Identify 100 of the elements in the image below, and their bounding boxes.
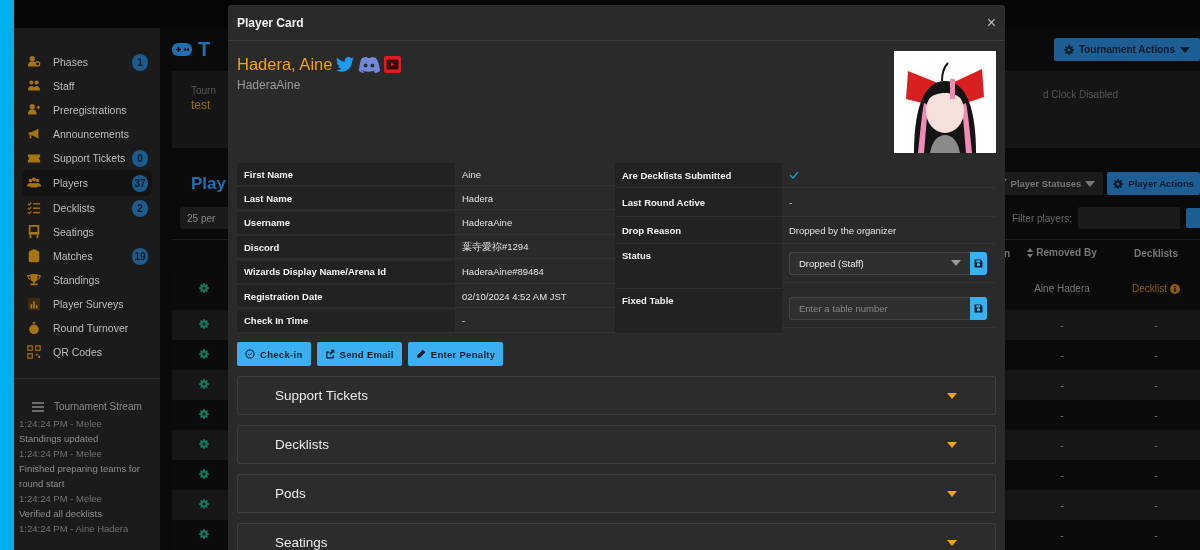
gear-icon — [1063, 44, 1074, 55]
share-icon — [324, 349, 335, 359]
stream-time: 1:24:24 PM - Aine Hadera — [19, 522, 130, 536]
filter-label: Filter players: — [1012, 212, 1072, 224]
table-cell: Aine Hadera — [1034, 283, 1090, 294]
person-plus-icon — [27, 103, 41, 117]
accordion-header[interactable]: Seatings — [237, 523, 996, 550]
sidebar-item[interactable]: Support Tickets 0 — [22, 146, 152, 170]
table-cell: - — [1154, 379, 1158, 391]
qr-code-icon — [27, 345, 41, 359]
close-button[interactable]: × — [986, 13, 996, 32]
column-header[interactable]: Removed By — [1027, 247, 1097, 259]
sidebar-item[interactable]: Players 37 — [22, 170, 152, 196]
sidebar-item[interactable]: Decklists 2 — [22, 196, 152, 220]
gear-icon — [199, 499, 209, 509]
caret-icon — [947, 392, 957, 399]
accordion-header[interactable]: Pods — [237, 474, 996, 513]
field-value: Dropped by the organizer — [789, 224, 897, 236]
section-title: Support Tickets — [275, 388, 369, 403]
action-button[interactable]: Enter Penalty — [407, 342, 504, 366]
table-cell: - — [1154, 439, 1158, 451]
table-cell: - — [1154, 409, 1158, 421]
sidebar-item[interactable]: QR Codes — [22, 340, 152, 364]
clipboard-icon — [27, 249, 41, 263]
people-icon — [27, 176, 41, 190]
count-badge: 37 — [132, 174, 148, 192]
summary-note: d Clock Disabled — [1043, 88, 1120, 102]
field-label: Fixed Table — [615, 289, 782, 334]
field-value: - — [789, 196, 793, 208]
trophy-icon — [27, 273, 41, 287]
column-header[interactable]: n — [1003, 248, 1010, 259]
status-select[interactable]: Dropped (Staff) — [789, 251, 970, 275]
caret-icon — [947, 490, 957, 497]
table-cell: - — [1154, 499, 1158, 511]
field-label: Status — [615, 244, 782, 289]
gear-icon — [1113, 178, 1124, 189]
people-icon — [27, 79, 41, 93]
megaphone-icon — [27, 127, 41, 141]
caret-icon — [951, 260, 961, 266]
section-title: Decklists — [275, 437, 329, 452]
sidebar-item[interactable]: Seatings — [22, 220, 152, 244]
field-label: Username — [237, 211, 455, 235]
stream-time: 1:24:24 PM - Melee — [19, 492, 103, 506]
field-label: Are Decklists Submitted — [615, 163, 782, 188]
field-label: Registration Date — [237, 285, 455, 309]
table-cell: - — [1154, 529, 1158, 541]
page-heading: T — [198, 38, 211, 61]
caret-icon — [947, 441, 957, 448]
action-button[interactable]: Send Email — [316, 342, 402, 366]
stream-message: Standings updated — [19, 432, 100, 446]
table-cell: - — [1154, 319, 1158, 331]
stream-title: Tournament Stream — [54, 401, 142, 412]
stream-time: 1:24:24 PM - Melee — [19, 417, 103, 431]
field-label: Check In Time — [237, 309, 455, 333]
sidebar-item[interactable]: Phases 1 — [22, 50, 152, 74]
action-button[interactable]: Check-in — [237, 342, 311, 366]
chart-icon — [27, 297, 41, 311]
sidebar-item[interactable]: Player Surveys — [22, 292, 152, 316]
field-label: Wizards Display Name/Arena Id — [237, 260, 455, 284]
sidebar-item[interactable]: Preregistrations — [22, 98, 152, 122]
table-cell: - — [1060, 409, 1064, 421]
sidebar-item[interactable]: Round Turnover — [22, 316, 152, 340]
dialog-title: Player Card — [237, 15, 304, 30]
game-controller-icon[interactable] — [358, 56, 381, 73]
sidebar-item[interactable]: Standings — [22, 268, 152, 292]
table-cell: - — [1060, 349, 1064, 361]
player-username: HaderaAine — [237, 78, 302, 92]
gear-icon — [199, 469, 209, 479]
play-icon[interactable] — [384, 56, 402, 73]
table-number-field[interactable]: Enter a table number — [789, 296, 970, 320]
sidebar-item[interactable]: Staff — [22, 74, 152, 98]
stopwatch-icon — [27, 321, 41, 335]
menu-icon[interactable] — [32, 401, 44, 412]
table-cell: - — [1154, 349, 1158, 361]
table-cell: - — [1060, 319, 1064, 331]
stream-message: Verified all decklists — [19, 507, 103, 521]
table-cell: - — [1060, 469, 1064, 481]
field-label: First Name — [237, 163, 455, 186]
person-icon — [27, 55, 41, 69]
count-badge: 19 — [132, 247, 148, 265]
summary-label: Tourn — [191, 85, 216, 96]
accordion-header[interactable]: Decklists — [237, 425, 996, 464]
accordion-header[interactable]: Support Tickets — [237, 376, 996, 415]
count-badge: 0 — [132, 149, 148, 167]
save-button[interactable] — [970, 296, 987, 320]
table-cell: - — [1154, 469, 1158, 481]
save-button[interactable] — [970, 251, 987, 275]
table-cell: - — [1060, 529, 1064, 541]
info-icon — [1170, 283, 1180, 294]
bird-icon[interactable] — [336, 57, 355, 72]
gear-icon — [199, 319, 209, 329]
section-title: Pods — [275, 486, 306, 501]
summary-value: test — [191, 98, 212, 112]
sidebar-item[interactable]: Announcements — [22, 122, 152, 146]
count-badge: 2 — [132, 199, 148, 217]
field-label: Last Round Active — [615, 188, 782, 217]
sidebar-item[interactable]: Matches 19 — [22, 244, 152, 268]
section-title: Seatings — [275, 535, 328, 550]
column-header[interactable]: Decklists — [1134, 248, 1178, 259]
section-heading: Play — [190, 173, 226, 194]
